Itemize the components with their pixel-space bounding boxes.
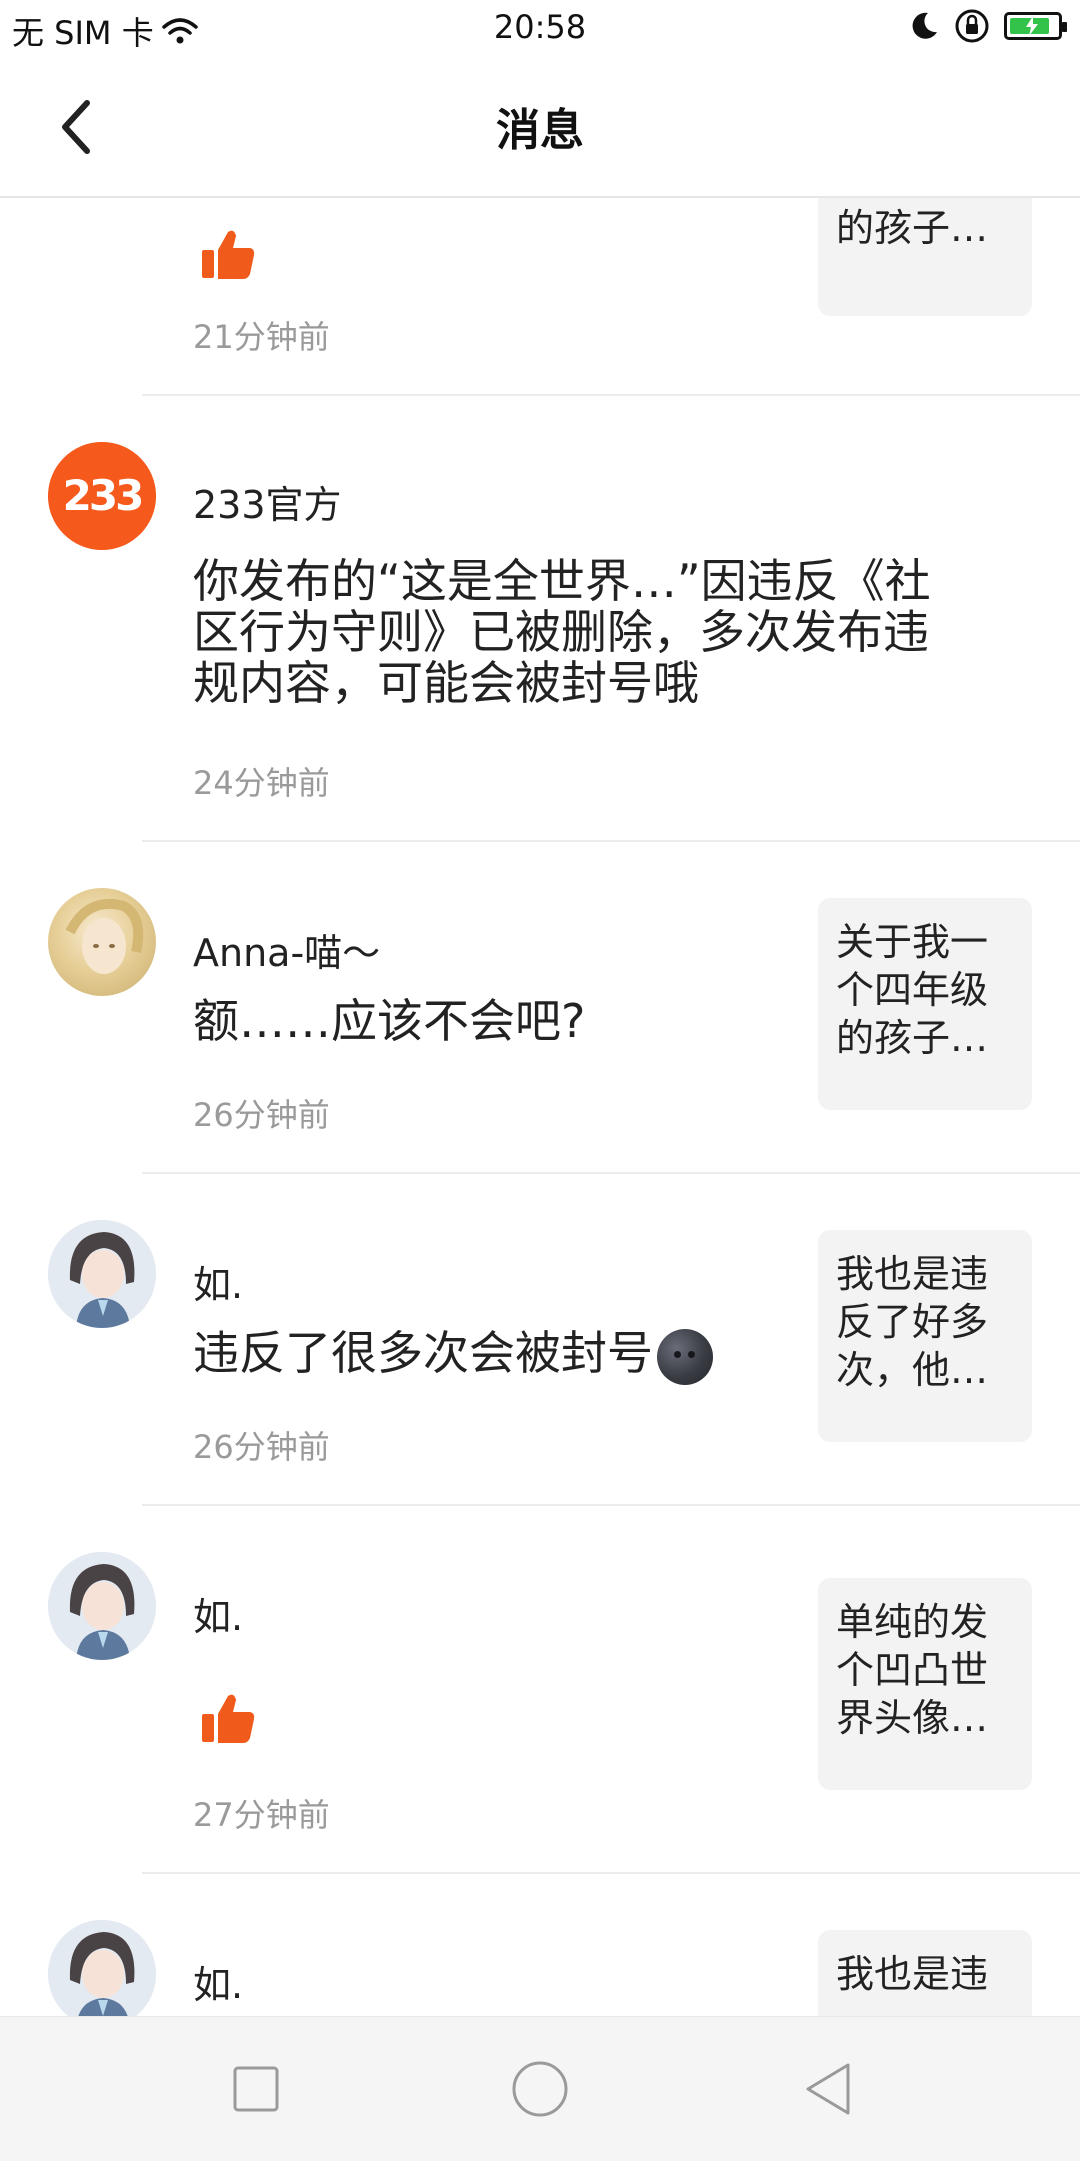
circle-icon [512, 2061, 568, 2117]
message-item[interactable]: 21分钟前 个四年级的孩子… [0, 198, 1080, 396]
battery-icon [1004, 12, 1067, 40]
home-button[interactable] [504, 2053, 576, 2125]
message-item[interactable]: 如. 我也是违 [0, 1874, 1080, 2016]
thumbs-up-icon [202, 1694, 255, 1743]
anna-avatar-icon [65, 898, 144, 974]
app-header: 消息 [0, 58, 1080, 198]
message-time: 21分钟前 [193, 318, 330, 356]
sender-name: 如. [193, 1595, 244, 1639]
message-time: 26分钟前 [193, 1428, 330, 1466]
avatar[interactable]: 233 [48, 442, 156, 550]
thumbs-up-icon [202, 230, 255, 279]
message-item[interactable]: 233 233官方 你发布的“这是全世界…”因违反《社区行为守则》已被删除，多次… [0, 396, 1080, 842]
new-moon-face-icon [657, 1328, 713, 1385]
girl-avatar-icon [48, 1220, 156, 1328]
avatar[interactable] [48, 1552, 156, 1660]
message-text: 你发布的“这是全世界…”因违反《社区行为守则》已被删除，多次发布违规内容，可能会… [193, 554, 931, 710]
referenced-post[interactable]: 关于我一个四年级的孩子… [818, 898, 1032, 1110]
girl-avatar-icon [48, 1920, 156, 2016]
system-nav-bar [0, 2016, 1080, 2161]
triangle-back-icon [806, 2063, 850, 2115]
sender-name: Anna-喵〜 [193, 931, 381, 975]
do-not-disturb-moon-icon [912, 12, 937, 39]
referenced-post[interactable]: 我也是违反了好多次，他… [818, 1230, 1032, 1442]
233-logo-icon: 233 [48, 442, 156, 550]
sender-name: 如. [193, 1263, 244, 1307]
status-right [908, 8, 1067, 44]
avatar[interactable] [48, 888, 156, 996]
recent-apps-button[interactable] [220, 2053, 292, 2125]
back-nav-button[interactable] [792, 2053, 864, 2125]
rotation-lock-icon [955, 9, 989, 43]
status-bar: 无 SIM 卡 20:58 [0, 0, 1080, 58]
avatar[interactable] [48, 1220, 156, 1328]
referenced-post[interactable]: 单纯的发个凹凸世界头像… [818, 1578, 1032, 1790]
message-text-body: 违反了很多次会被封号 [193, 1326, 653, 1380]
message-time: 26分钟前 [193, 1096, 330, 1134]
sender-name: 233官方 [193, 483, 342, 527]
message-item[interactable]: Anna-喵〜 额……应该不会吧? 26分钟前 关于我一个四年级的孩子… [0, 842, 1080, 1174]
message-item[interactable]: 如. 违反了很多次会被封号 26分钟前 我也是违反了好多次，他… [0, 1174, 1080, 1506]
message-list[interactable]: 21分钟前 个四年级的孩子… 233 233官方 你发布的“这是全世界…”因违反… [0, 198, 1080, 2016]
message-time: 24分钟前 [193, 764, 330, 802]
message-time: 27分钟前 [193, 1796, 330, 1834]
svg-text:233: 233 [63, 471, 142, 520]
page-title: 消息 [496, 105, 584, 156]
referenced-post[interactable]: 我也是违 [818, 1930, 1032, 2016]
message-item[interactable]: 如. 27分钟前 单纯的发个凹凸世界头像… [0, 1506, 1080, 1874]
square-icon [233, 2066, 279, 2112]
charging-bolt-icon [1026, 16, 1038, 36]
sender-name: 如. [193, 1963, 244, 2007]
referenced-post[interactable]: 个四年级的孩子… [818, 198, 1032, 316]
avatar[interactable] [48, 1920, 156, 2016]
girl-avatar-icon [48, 1552, 156, 1660]
